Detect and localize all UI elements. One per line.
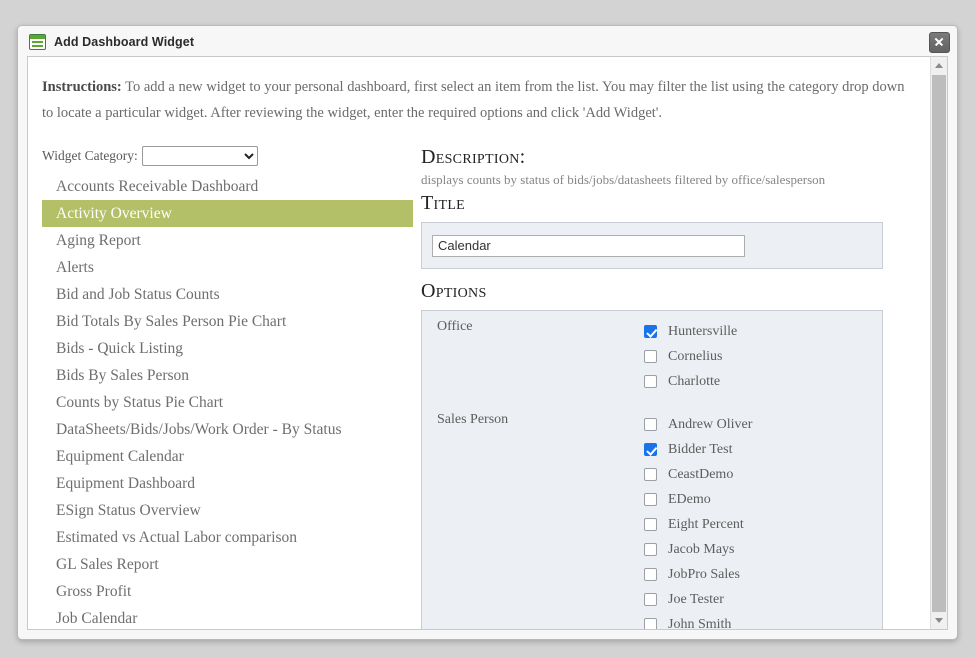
list-item[interactable]: Bid and Job Status Counts <box>42 281 413 308</box>
checkbox-row[interactable]: EDemo <box>644 487 882 512</box>
checkbox-label: CeastDemo <box>668 467 733 483</box>
group-divider <box>422 394 882 404</box>
add-dashboard-widget-dialog: Add Dashboard Widget Instructions: To ad… <box>17 25 958 640</box>
checkbox-label: Huntersville <box>668 324 737 340</box>
scrollbar-thumb[interactable] <box>932 75 946 615</box>
checkbox-icon[interactable] <box>644 568 657 581</box>
list-item[interactable]: Bids By Sales Person <box>42 362 413 389</box>
checkbox-icon[interactable] <box>644 468 657 481</box>
title-heading: Title <box>421 191 883 215</box>
list-item[interactable]: Alerts <box>42 254 413 281</box>
list-item[interactable]: Bid Totals By Sales Person Pie Chart <box>42 308 413 335</box>
checkbox-row[interactable]: Charlotte <box>644 369 882 394</box>
list-item-selected[interactable]: Activity Overview <box>42 200 413 227</box>
checkbox-icon[interactable] <box>644 325 657 338</box>
list-item[interactable]: Counts by Status Pie Chart <box>42 389 413 416</box>
checkbox-label: Bidder Test <box>668 442 732 458</box>
checkbox-row[interactable]: Bidder Test <box>644 437 882 462</box>
option-group-sales-person: Sales Person Andrew Oliver Bidder Test <box>422 404 882 629</box>
checkbox-label: Andrew Oliver <box>668 417 752 433</box>
dialog-titlebar: Add Dashboard Widget <box>18 26 957 57</box>
checkbox-label: JobPro Sales <box>668 567 740 583</box>
title-input[interactable] <box>432 235 745 257</box>
checkbox-icon[interactable] <box>644 618 657 629</box>
list-item[interactable]: Gross Profit <box>42 578 413 605</box>
checkbox-icon[interactable] <box>644 493 657 506</box>
instructions-lead: Instructions: <box>42 79 122 95</box>
checkbox-row[interactable]: Cornelius <box>644 344 882 369</box>
checkbox-row[interactable]: Eight Percent <box>644 512 882 537</box>
widget-category-row: Widget Category: <box>42 145 419 167</box>
checkbox-icon[interactable] <box>644 543 657 556</box>
description-heading: Description: <box>421 145 883 169</box>
option-group-items: Andrew Oliver Bidder Test CeastDemo <box>644 404 882 629</box>
widget-window-icon <box>29 34 46 50</box>
checkbox-row[interactable]: CeastDemo <box>644 462 882 487</box>
list-item[interactable]: Equipment Calendar <box>42 443 413 470</box>
widget-list[interactable]: Accounts Receivable Dashboard Activity O… <box>42 173 413 629</box>
checkbox-label: Jacob Mays <box>668 542 735 558</box>
list-item[interactable]: Accounts Receivable Dashboard <box>42 173 413 200</box>
description-text: displays counts by status of bids/jobs/d… <box>421 171 883 189</box>
checkbox-label: John Smith <box>668 617 731 630</box>
checkbox-row[interactable]: Huntersville <box>644 319 882 344</box>
list-item[interactable]: Job Calendar <box>42 605 413 629</box>
list-item[interactable]: Estimated vs Actual Labor comparison <box>42 524 413 551</box>
list-item[interactable]: ESign Status Overview <box>42 497 413 524</box>
widget-detail-column: Description: displays counts by status o… <box>421 145 883 629</box>
scroll-up-icon[interactable] <box>931 57 947 74</box>
options-heading: Options <box>421 279 883 303</box>
checkbox-row[interactable]: John Smith <box>644 612 882 629</box>
checkbox-row[interactable]: Andrew Oliver <box>644 412 882 437</box>
widget-list-column: Widget Category: Accounts Receivable Das… <box>42 145 419 629</box>
checkbox-icon[interactable] <box>644 418 657 431</box>
dialog-title: Add Dashboard Widget <box>54 35 194 49</box>
checkbox-label: Eight Percent <box>668 517 744 533</box>
checkbox-label: EDemo <box>668 492 711 508</box>
checkbox-row[interactable]: Joe Tester <box>644 587 882 612</box>
close-icon[interactable] <box>929 32 950 53</box>
widget-category-select[interactable] <box>142 146 258 166</box>
title-panel <box>421 222 883 269</box>
options-panel: Office Huntersville Cornelius <box>421 310 883 629</box>
checkbox-icon[interactable] <box>644 375 657 388</box>
content-scrollbar[interactable] <box>930 57 947 629</box>
scroll-down-icon[interactable] <box>931 612 947 629</box>
widget-category-label: Widget Category: <box>42 148 138 164</box>
list-item[interactable]: GL Sales Report <box>42 551 413 578</box>
checkbox-icon[interactable] <box>644 443 657 456</box>
dialog-content: Instructions: To add a new widget to you… <box>28 57 930 629</box>
checkbox-label: Joe Tester <box>668 592 724 608</box>
checkbox-icon[interactable] <box>644 518 657 531</box>
checkbox-label: Cornelius <box>668 349 722 365</box>
checkbox-label: Charlotte <box>668 374 720 390</box>
option-group-items: Huntersville Cornelius Charlotte <box>644 311 882 394</box>
option-group-office: Office Huntersville Cornelius <box>422 311 882 394</box>
list-item[interactable]: Aging Report <box>42 227 413 254</box>
checkbox-row[interactable]: Jacob Mays <box>644 537 882 562</box>
checkbox-icon[interactable] <box>644 593 657 606</box>
list-item[interactable]: Bids - Quick Listing <box>42 335 413 362</box>
checkbox-row[interactable]: JobPro Sales <box>644 562 882 587</box>
instructions-text: Instructions: To add a new widget to you… <box>42 74 908 126</box>
option-group-label: Sales Person <box>422 404 644 629</box>
checkbox-icon[interactable] <box>644 350 657 363</box>
list-item[interactable]: DataSheets/Bids/Jobs/Work Order - By Sta… <box>42 416 413 443</box>
instructions-body: To add a new widget to your personal das… <box>42 79 905 121</box>
list-item[interactable]: Equipment Dashboard <box>42 470 413 497</box>
option-group-label: Office <box>422 311 644 394</box>
dialog-content-frame: Instructions: To add a new widget to you… <box>27 56 948 630</box>
